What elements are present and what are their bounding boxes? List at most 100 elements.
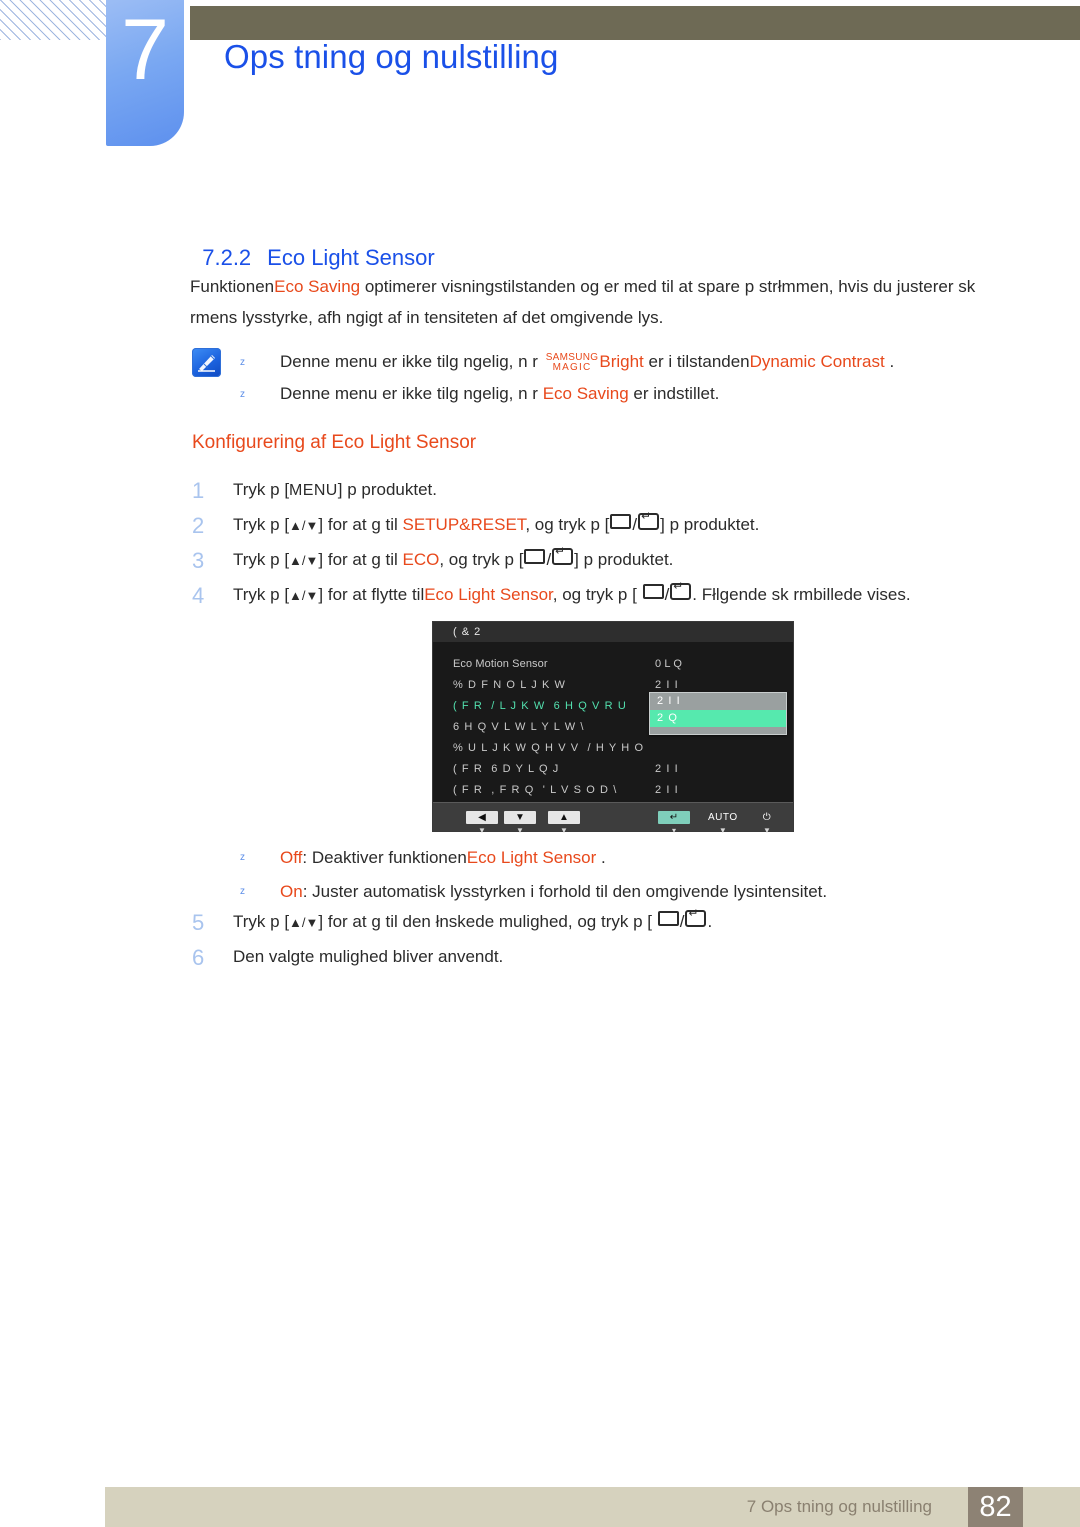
osd-row-label[interactable]: ( F R 6 D Y L Q J [453,759,559,780]
down-arrow-icon: ▼ [504,811,536,824]
step-text: Den valgte mulighed bliver anvendt. [233,947,504,966]
step-text: , og tryk p [ [552,585,642,604]
osd-button-tick-icon: ▼ [560,826,568,835]
intro-paragraph: FunktionenEco Saving optimerer visningst… [190,271,1020,333]
osd-row-value: 2 I I [655,763,679,775]
step-text: ] for at g til [318,515,403,534]
header-hatch-decoration [0,0,108,40]
step-number: 5 [192,910,205,935]
step-text: Tryk p [ [233,550,290,569]
power-icon: ⏻ [762,812,772,823]
up-down-arrow-key-icon: ▲/▼ [289,915,319,930]
step-text: Tryk p [ [233,585,290,604]
left-arrow-icon: ◀ [466,811,498,824]
rect-key-icon [524,549,546,564]
note-pen-icon [192,348,221,377]
osd-row-label[interactable]: 6 H Q V L W L Y L W \ [453,717,585,738]
note-bullet-icon: z [240,886,245,897]
section-number: 7.2.2 [202,245,252,270]
section-heading: 7.2.2 Eco Light Sensor [190,219,435,271]
osd-menu-body: Eco Motion Sensor 0 L Q % D F N O L J K … [433,642,793,805]
step-text: ] p produktet. [574,550,674,569]
osd-row-value: 0 L Q [655,658,682,670]
samsung-magic-logo: SAMSUNG MAGIC [546,353,599,373]
osd-row-value: 2 I I [655,784,679,796]
enter-key-icon [552,545,574,565]
note-bullet-icon: z [240,357,245,368]
footer-bar [105,1487,1080,1527]
osd-button-auto[interactable]: AUTO ▼ [705,807,741,835]
procedure-step: 5 Tryk p [▲/▼] for at g til den łnskede m… [192,905,1032,940]
osd-button-tick-icon: ▼ [763,826,771,835]
note-text-post: er indstillet. [628,384,720,403]
up-arrow-icon: ▲ [548,811,580,824]
osd-title: ( & 2 [433,622,793,642]
enter-key-icon [685,907,707,927]
osd-note-text-post: . [596,848,606,867]
osd-note-keyword-off: Off [280,848,303,867]
osd-dropdown[interactable]: 2 I I 2 Q [649,692,787,735]
procedure-steps-top: 1 Tryk p [MENU] p produktet. 2 Tryk p [▲/▼… [192,473,1032,613]
chapter-number-block: 7 [106,0,184,146]
step-text: . [707,912,713,931]
step-number: 3 [192,548,205,573]
procedure-step: 2 Tryk p [▲/▼] for at g til SETUP&RESET, … [192,508,1032,543]
procedure-step: 6 Den valgte mulighed bliver anvendt. [192,940,1032,974]
note-keyword-bright: Bright [599,352,644,371]
osd-button-power[interactable]: ⏻ ▼ [751,807,783,835]
intro-keyword-eco-saving: Eco Saving [274,277,361,296]
step-keyword-eco-light-sensor: Eco Light Sensor [424,585,553,604]
rect-key-icon [642,584,664,599]
rect-key-icon [610,514,632,529]
osd-option-notes: z Off: Deaktiver funktionenEco Light Sens… [240,841,1040,909]
rect-key-icon [657,911,679,926]
procedure-step: 3 Tryk p [▲/▼] for at g til ECO, og tryk … [192,543,1032,578]
note-keyword-dynamic-contrast: Dynamic Contrast [749,352,885,371]
step-number: 1 [192,478,205,503]
procedure-heading: Konfigurering af Eco Light Sensor [192,432,477,453]
osd-row-label[interactable]: % D F N O L J K W [453,675,566,696]
osd-dropdown-option-off[interactable]: 2 I I [650,693,786,710]
step-text: , og tryk p [ [525,515,610,534]
osd-dropdown-option-on[interactable]: 2 Q [650,710,786,727]
step-number: 6 [192,945,205,970]
osd-row-label-selected[interactable]: ( F R / L J K W 6 H Q V R U [453,696,627,717]
note-item: z Denne menu er ikke tilg ngelig, n r SAM… [240,346,1030,378]
chapter-number: 7 [121,2,169,98]
step-text: Tryk p [ [233,912,290,931]
menu-key-label: MENU [289,482,338,499]
osd-row-label[interactable]: Eco Motion Sensor [453,654,548,675]
section-title: Eco Light Sensor [267,245,435,270]
osd-button-down[interactable]: ▼ ▼ [504,807,536,835]
enter-icon: ↵ [658,811,690,824]
osd-button-left[interactable]: ◀ ▼ [466,807,498,835]
osd-screenshot: ( & 2 Eco Motion Sensor 0 L Q % D F N O … [432,621,794,835]
chapter-title: Ops tning og nulstilling [224,38,559,75]
auto-label: AUTO [708,812,738,823]
note-list: z Denne menu er ikke tilg ngelig, n r SAM… [240,346,1030,410]
osd-button-up[interactable]: ▲ ▼ [548,807,580,835]
osd-row-label[interactable]: % U L J K W Q H V V / H Y H O [453,738,644,759]
note-bullet-icon: z [240,389,245,400]
osd-button-tick-icon: ▼ [718,826,727,835]
osd-button-tick-icon: ▼ [516,826,524,835]
osd-button-tick-icon: ▼ [478,826,486,835]
up-down-arrow-key-icon: ▲/▼ [289,553,319,568]
step-text: Tryk p [ [233,515,290,534]
osd-row-label[interactable]: ( F R , F R Q ' L V S O D \ [453,780,617,801]
osd-button-enter[interactable]: ↵ ▾ [658,807,690,835]
osd-note-text: : Deaktiver funktionen [302,848,467,867]
note-keyword-eco-saving: Eco Saving [542,384,629,403]
procedure-step: 4 Tryk p [▲/▼] for at flytte tilEco Light… [192,578,1032,613]
note-text-mid: er i tilstanden [643,352,750,371]
intro-text-a: Funktionen [190,277,275,296]
enter-key-icon [670,580,692,600]
procedure-step: 1 Tryk p [MENU] p produktet. [192,473,1032,508]
step-text: ] for at g til [318,550,403,569]
osd-note-keyword-on: On [280,882,303,901]
osd-button-bar: ◀ ▼ ▼ ▼ ▲ ▼ ↵ ▾ AUTO ▼ ⏻ ▼ [433,802,793,835]
step-number: 2 [192,513,205,538]
note-bullet-icon: z [240,852,245,863]
header-top-bar [190,6,1080,40]
osd-note-item: z Off: Deaktiver funktionenEco Light Sens… [240,841,1040,875]
